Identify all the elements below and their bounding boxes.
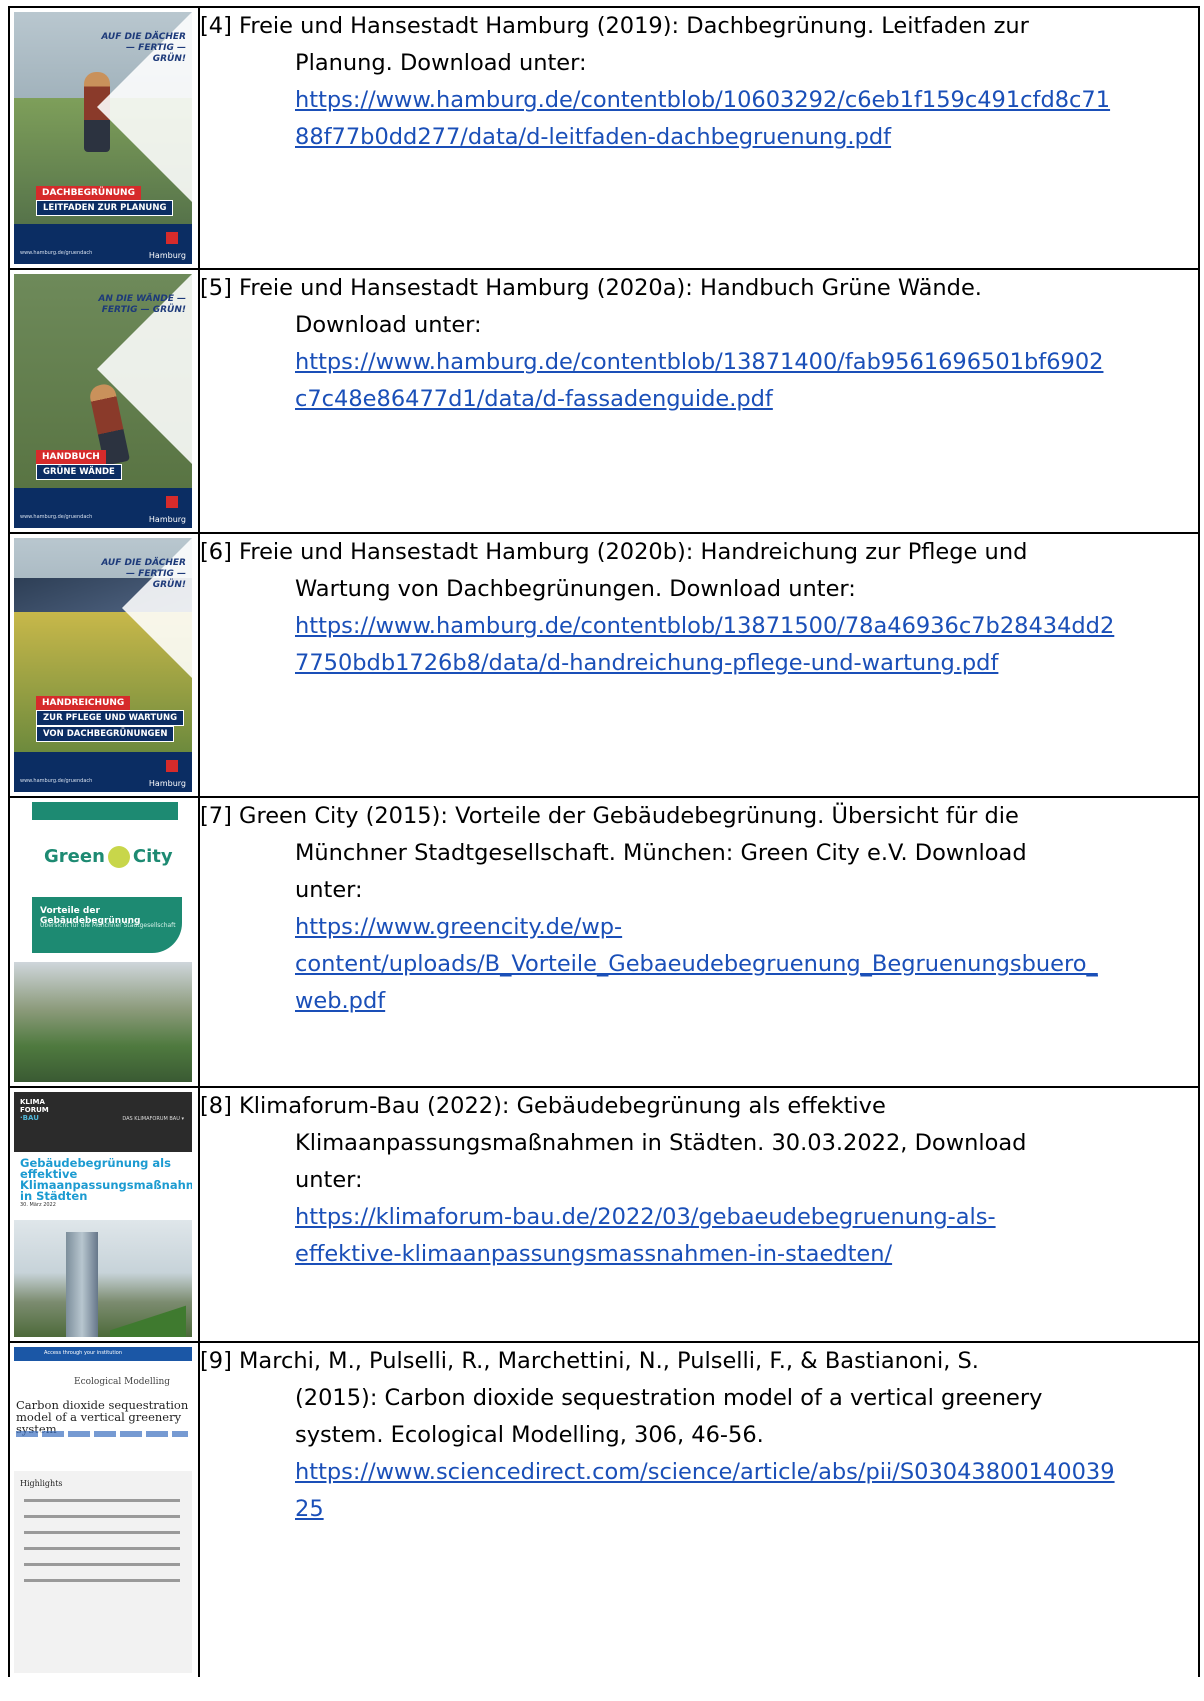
- reference-text: [4] Freie und Hansestadt Hamburg (2019):…: [200, 13, 1029, 39]
- reference-row: AN DIE WÄNDE — FERTIG — GRÜN! HANDBUCH G…: [8, 268, 1200, 534]
- hamburg-castle-icon: [166, 760, 178, 772]
- reference-row: Access through your institution Ecologic…: [8, 1341, 1200, 1677]
- klimaforum-logo: KLIMA FORUM ·BAU: [20, 1098, 49, 1122]
- hamburg-castle-icon: [166, 496, 178, 508]
- reference-text: [5] Freie und Hansestadt Hamburg (2020a)…: [200, 275, 982, 301]
- reference-text: [6] Freie und Hansestadt Hamburg (2020b)…: [200, 539, 1028, 565]
- green-city-logo: Green City: [44, 846, 173, 868]
- reference-link[interactable]: content/uploads/B_Vorteile_Gebaeudebegru…: [295, 951, 1098, 977]
- reference-link[interactable]: 88f77b0dd277/data/d-leitfaden-dachbegrue…: [295, 124, 891, 150]
- references-table: AUF DIE DÄCHER — FERTIG — GRÜN! DACHBEGR…: [8, 6, 1200, 1677]
- reference-link[interactable]: https://klimaforum-bau.de/2022/03/gebaeu…: [295, 1204, 996, 1230]
- reference-link[interactable]: https://www.hamburg.de/contentblob/13871…: [295, 613, 1114, 639]
- reference-text: [8] Klimaforum-Bau (2022): Gebäudebegrün…: [200, 1093, 886, 1119]
- reference-row: KLIMA FORUM ·BAU DAS KLIMAFORUM BAU ▾ Gebä…: [8, 1086, 1200, 1343]
- reference-link[interactable]: effektive-klimaanpassungsmassnahmen-in-s…: [295, 1241, 892, 1267]
- brochure-cover-thumbnail: AN DIE WÄNDE — FERTIG — GRÜN! HANDBUCH G…: [14, 274, 192, 528]
- reference-text: [9] Marchi, M., Pulselli, R., Marchettin…: [200, 1348, 979, 1374]
- sun-icon: [107, 846, 130, 868]
- reference-link[interactable]: https://www.sciencedirect.com/science/ar…: [295, 1459, 1115, 1485]
- reference-link[interactable]: https://www.hamburg.de/contentblob/10603…: [295, 87, 1110, 113]
- reference-row: AUF DIE DÄCHER — FERTIG — GRÜN! DACHBEGR…: [8, 6, 1200, 270]
- reference-text: [7] Green City (2015): Vorteile der Gebä…: [200, 803, 1019, 829]
- article-screenshot-thumbnail: KLIMA FORUM ·BAU DAS KLIMAFORUM BAU ▾ Gebä…: [14, 1092, 192, 1337]
- reference-link[interactable]: c7c48e86477d1/data/d-fassadenguide.pdf: [295, 386, 773, 412]
- brochure-cover-thumbnail: AUF DIE DÄCHER — FERTIG — GRÜN! DACHBEGR…: [14, 12, 192, 264]
- reference-link[interactable]: https://www.greencity.de/wp-: [295, 914, 622, 940]
- reference-link[interactable]: https://www.hamburg.de/contentblob/13871…: [295, 349, 1103, 375]
- reference-link[interactable]: web.pdf: [295, 988, 385, 1014]
- hamburg-castle-icon: [166, 232, 178, 244]
- article-screenshot-thumbnail: Access through your institution Ecologic…: [14, 1347, 192, 1673]
- reference-row: AUF DIE DÄCHER — FERTIG — GRÜN! HANDREIC…: [8, 532, 1200, 798]
- reference-link[interactable]: 25: [295, 1496, 324, 1522]
- brochure-cover-thumbnail: AUF DIE DÄCHER — FERTIG — GRÜN! HANDREIC…: [14, 538, 192, 792]
- reference-row: Green City Vorteile der Gebäudebegrünung …: [8, 796, 1200, 1088]
- reference-link[interactable]: 7750bdb1726b8/data/d-handreichung-pflege…: [295, 650, 998, 676]
- brochure-cover-thumbnail: Green City Vorteile der Gebäudebegrünung …: [14, 802, 192, 1082]
